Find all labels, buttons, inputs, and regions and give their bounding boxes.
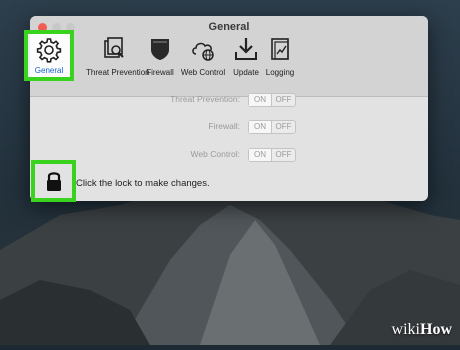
setting-label: Firewall:: [208, 121, 240, 131]
window-toolbar: General Threat Prevention Firewall Web C…: [30, 16, 428, 97]
magnifier-document-icon: [104, 37, 124, 58]
setting-row-firewall: Firewall: ON OFF: [30, 120, 428, 134]
tab-general-highlight: General: [24, 30, 74, 81]
setting-row-threat-prevention: Threat Prevention: ON OFF: [30, 93, 428, 107]
download-tray-icon: [235, 38, 257, 60]
lock-button-highlight: [31, 160, 76, 202]
tab-logging[interactable]: Logging: [263, 36, 297, 77]
tab-general[interactable]: General: [28, 37, 70, 75]
shield-icon: [151, 39, 169, 60]
tab-firewall[interactable]: Firewall: [140, 36, 180, 77]
setting-label: Threat Prevention:: [170, 94, 240, 104]
lock-instruction-text: Click the lock to make changes.: [76, 178, 210, 189]
toggle-on[interactable]: ON: [249, 149, 272, 161]
tab-update[interactable]: Update: [229, 36, 263, 77]
watermark-how: How: [420, 321, 452, 338]
cloud-globe-icon: [192, 42, 214, 61]
web-control-toggle[interactable]: ON OFF: [248, 148, 296, 162]
tab-web-control[interactable]: Web Control: [178, 36, 228, 77]
tab-logging-label: Logging: [265, 68, 295, 77]
window-title: General: [208, 21, 250, 33]
firewall-toggle[interactable]: ON OFF: [248, 120, 296, 134]
tab-general-label: General: [34, 66, 64, 75]
gear-icon: [36, 38, 62, 63]
toggle-off[interactable]: OFF: [272, 94, 295, 106]
toggle-off[interactable]: OFF: [272, 149, 295, 161]
toggle-off[interactable]: OFF: [272, 121, 295, 133]
threat-prevention-toggle[interactable]: ON OFF: [248, 93, 296, 107]
tab-threat-prevention-label: Threat Prevention: [86, 68, 150, 77]
log-document-icon: [271, 38, 289, 60]
toggle-on[interactable]: ON: [249, 121, 272, 133]
lock-icon[interactable]: [45, 170, 63, 192]
setting-label: Web Control:: [190, 149, 240, 159]
tab-update-label: Update: [233, 68, 259, 77]
tab-firewall-label: Firewall: [146, 68, 174, 77]
setting-row-web-control: Web Control: ON OFF: [30, 148, 428, 162]
tab-web-control-label: Web Control: [180, 68, 226, 77]
wikihow-watermark: wikiHow: [392, 321, 452, 339]
preferences-window: General Threat Prevention Firewall Web C…: [30, 16, 428, 201]
tab-threat-prevention[interactable]: Threat Prevention: [86, 36, 150, 77]
toggle-on[interactable]: ON: [249, 94, 272, 106]
watermark-wiki: wiki: [391, 321, 420, 338]
